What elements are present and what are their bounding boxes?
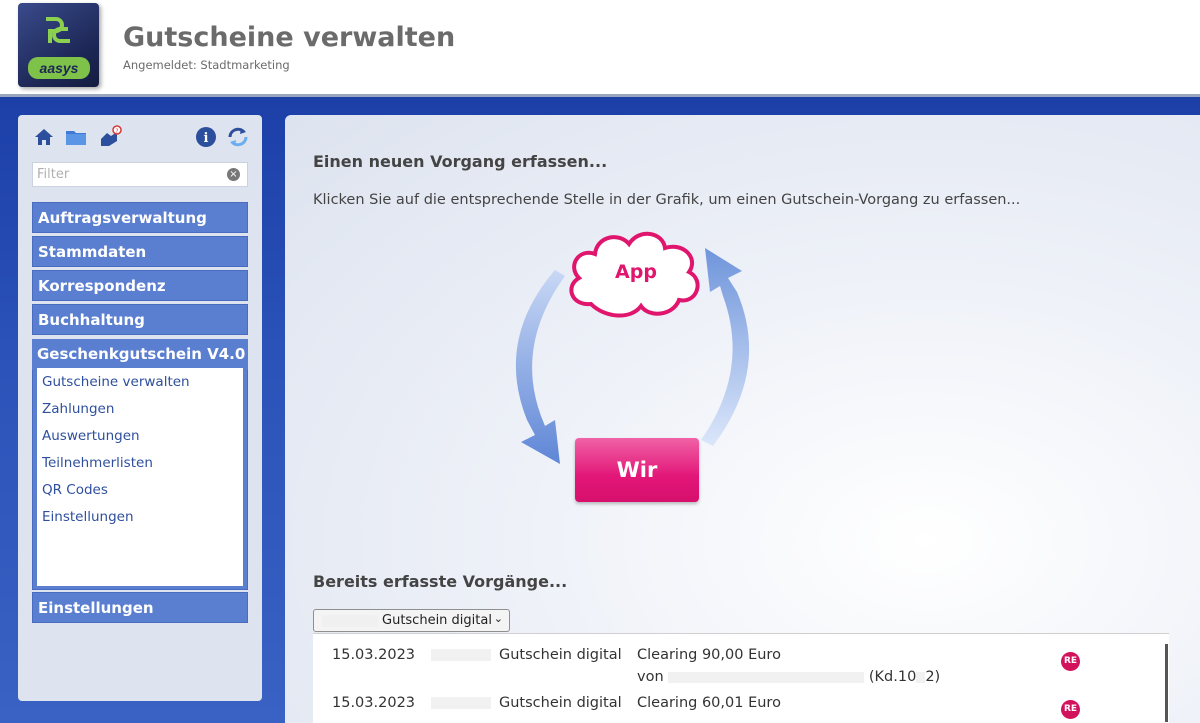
- record-description: Clearing 60,01 Euro: [637, 695, 781, 711]
- home-icon[interactable]: [32, 125, 56, 149]
- redacted-area: [431, 697, 491, 709]
- record-row[interactable]: 15.03.2023 Gutschein digital Clearing 90…: [313, 634, 1169, 685]
- main-panel: Einen neuen Vorgang erfassen... Klicken …: [285, 115, 1200, 723]
- menu-buchhaltung[interactable]: Buchhaltung: [32, 304, 248, 335]
- help-hand-icon[interactable]: ?: [98, 125, 122, 149]
- list-scrollbar[interactable]: [1165, 644, 1168, 722]
- filter-input[interactable]: [33, 163, 218, 186]
- submenu: Gutscheine verwalten Zahlungen Auswertun…: [37, 368, 243, 586]
- logo-text: aasys: [28, 57, 90, 79]
- record-date: 15.03.2023: [332, 647, 416, 663]
- submenu-einstellungen[interactable]: Einstellungen: [42, 509, 134, 525]
- sidebar: ? i × Auftragsverwaltung Stammdaten Korr…: [18, 115, 262, 701]
- type-filter-select[interactable]: Gutschein digital ⌄: [313, 609, 510, 632]
- invoice-badge-icon[interactable]: RE: [1061, 652, 1080, 671]
- sidebar-toolbar: ? i: [32, 125, 248, 151]
- app-header: aasys Gutscheine verwalten Angemeldet: S…: [0, 0, 1200, 94]
- chevron-down-icon: ⌄: [493, 612, 503, 625]
- logo-mark-icon: [46, 17, 70, 43]
- process-diagram: App Wir: [485, 220, 785, 520]
- refresh-icon[interactable]: [226, 125, 250, 149]
- redacted-area: [322, 615, 378, 627]
- svg-text:?: ?: [115, 128, 118, 135]
- menu-einstellungen[interactable]: Einstellungen: [32, 592, 248, 623]
- menu-korrespondenz[interactable]: Korrespondenz: [32, 270, 248, 301]
- invoice-badge-icon[interactable]: RE: [1061, 700, 1080, 719]
- info-icon[interactable]: i: [194, 125, 218, 149]
- folder-icon[interactable]: [64, 125, 88, 149]
- record-type: Gutschein digital: [499, 695, 622, 711]
- menu-stammdaten[interactable]: Stammdaten: [32, 236, 248, 267]
- type-filter-value: Gutschein digital: [382, 613, 492, 628]
- submenu-zahlungen[interactable]: Zahlungen: [42, 401, 114, 417]
- submenu-gutscheine-verwalten[interactable]: Gutscheine verwalten: [42, 374, 190, 390]
- submenu-auswertungen[interactable]: Auswertungen: [42, 428, 140, 444]
- record-row[interactable]: 15.03.2023 Gutschein digital Clearing 60…: [313, 682, 1169, 723]
- page-title: Gutscheine verwalten: [123, 22, 456, 53]
- record-date: 15.03.2023: [332, 695, 416, 711]
- submenu-teilnehmerlisten[interactable]: Teilnehmerlisten: [42, 455, 153, 471]
- record-description: Clearing 90,00 Euro: [637, 647, 781, 663]
- records-list: 15.03.2023 Gutschein digital Clearing 90…: [313, 633, 1169, 723]
- filter-field: ×: [32, 162, 248, 187]
- app-label[interactable]: App: [576, 261, 696, 283]
- login-status: Angemeldet: Stadtmarketing: [123, 58, 290, 72]
- record-type: Gutschein digital: [499, 647, 622, 663]
- clear-filter-icon[interactable]: ×: [227, 168, 240, 181]
- intro-text: Klicken Sie auf die entsprechende Stelle…: [313, 192, 1021, 208]
- submenu-qr-codes[interactable]: QR Codes: [42, 482, 108, 498]
- menu-auftragsverwaltung[interactable]: Auftragsverwaltung: [32, 202, 248, 233]
- aasys-logo[interactable]: aasys: [18, 3, 99, 87]
- svg-text:i: i: [204, 131, 209, 146]
- existing-processes-heading: Bereits erfasste Vorgänge...: [313, 572, 568, 591]
- redacted-area: [916, 671, 926, 683]
- redacted-area: [668, 671, 865, 683]
- new-process-heading: Einen neuen Vorgang erfassen...: [313, 152, 608, 171]
- wir-button[interactable]: Wir: [575, 438, 699, 502]
- menu-geschenkgutschein[interactable]: Geschenkgutschein V4.0: [32, 339, 248, 370]
- redacted-area: [431, 649, 491, 661]
